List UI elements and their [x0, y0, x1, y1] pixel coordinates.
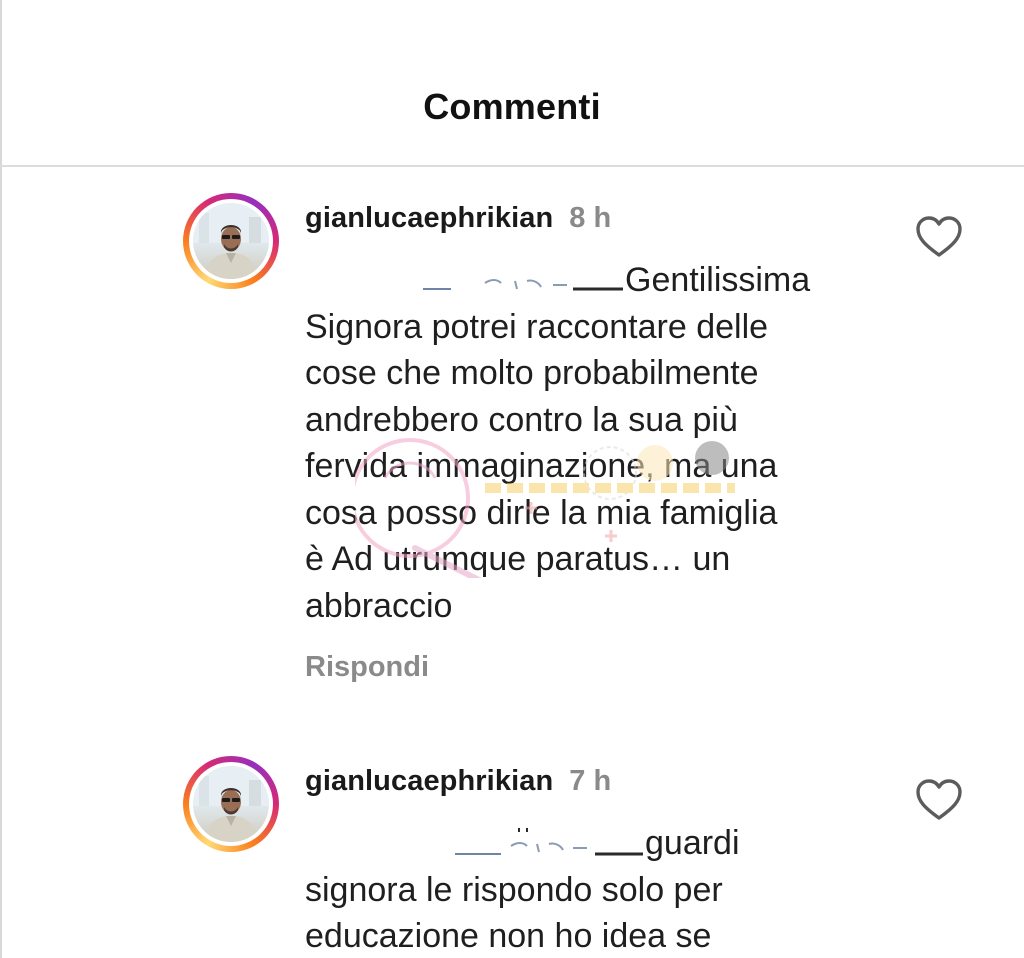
redacted-mention[interactable] — [305, 261, 625, 295]
redacted-mention[interactable] — [305, 824, 645, 858]
avatar-person-icon — [193, 766, 269, 842]
comment-text: Gentilissima Signora potrei raccontare d… — [305, 257, 885, 629]
comment-time: 8 h — [569, 202, 612, 234]
comment-body: gianlucaephrikian 7 h guardi signora le r… — [305, 756, 885, 958]
comment-username[interactable]: gianlucaephrikian — [305, 202, 553, 234]
avatar-border — [189, 199, 273, 283]
avatar-photo — [193, 766, 269, 842]
heart-outline-icon[interactable] — [915, 778, 963, 822]
comment-username[interactable]: gianlucaephrikian — [305, 765, 553, 797]
comment-meta: gianlucaephrikian 8 h — [305, 193, 885, 243]
comments-header: Commenti — [0, 0, 1024, 167]
comment-meta: gianlucaephrikian 7 h — [305, 756, 885, 806]
reply-button[interactable]: Rispondi — [305, 651, 885, 684]
comments-screen: Commenti gianlucaephrikian 8 h Gentiliss… — [0, 0, 1024, 958]
comment-text-content: Gentilissima Signora potrei raccontare d… — [305, 261, 811, 625]
comment-text: guardi signora le rispondo solo per educ… — [305, 820, 885, 958]
avatar[interactable] — [183, 756, 279, 852]
heart-outline-icon[interactable] — [915, 215, 963, 259]
avatar-border — [189, 762, 273, 846]
avatar-person-icon — [193, 203, 269, 279]
avatar[interactable] — [183, 193, 279, 289]
page-title: Commenti — [423, 86, 601, 127]
avatar-photo — [193, 203, 269, 279]
comment-time: 7 h — [569, 765, 612, 797]
comment-body: gianlucaephrikian 8 h Gentilissima Signor… — [305, 193, 885, 684]
